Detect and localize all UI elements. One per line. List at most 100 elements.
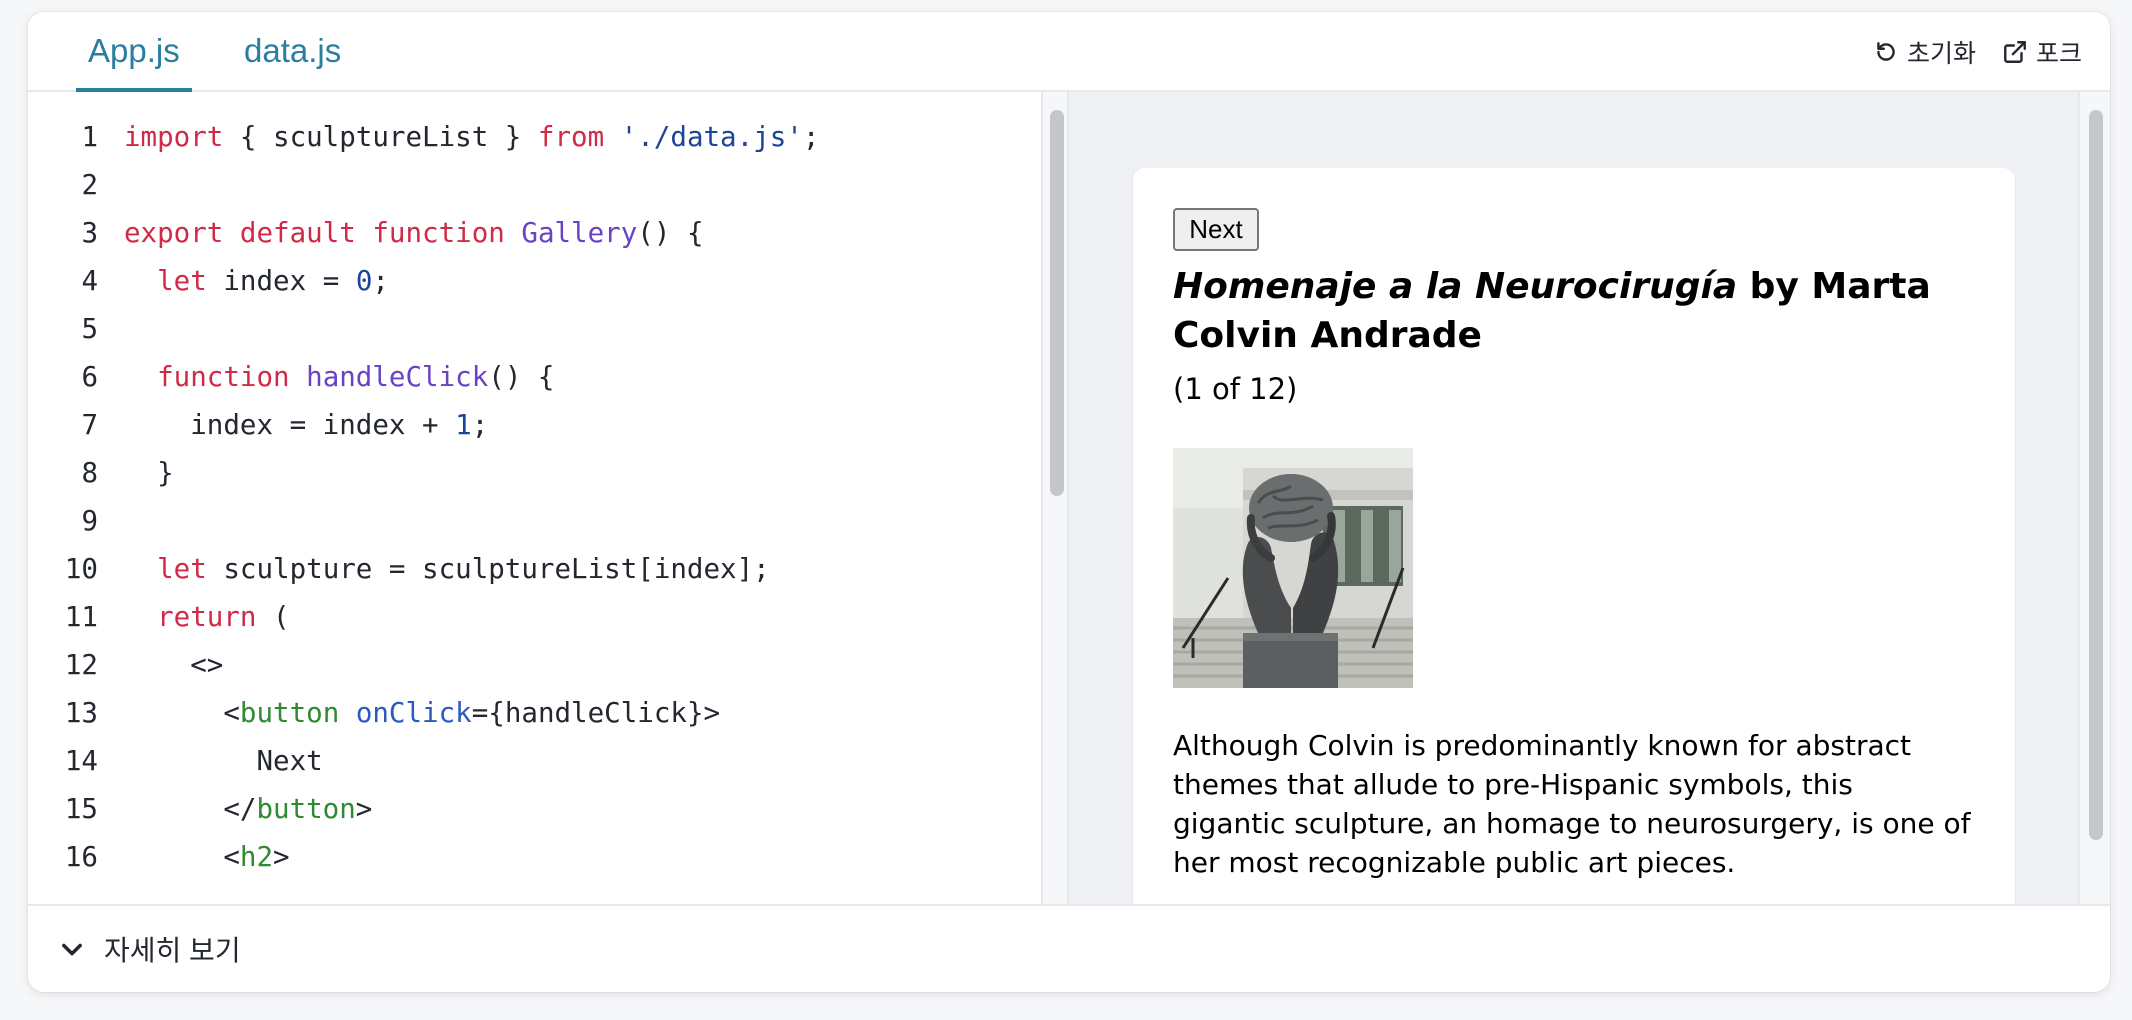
sculpture-photo [1173, 448, 1413, 688]
line-number: 14 [64, 745, 98, 777]
line-number: 1 [81, 121, 98, 153]
sculpture-title: Homenaje a la Neurocirugía by Marta Colv… [1173, 262, 1973, 360]
code-line[interactable]: 10 let sculpture = sculptureList[index]; [28, 545, 770, 593]
show-more-toggle[interactable]: 자세히 보기 [28, 904, 2110, 992]
code-line[interactable]: 7 index = index + 1; [28, 401, 488, 449]
code-line[interactable]: 6 function handleClick() { [28, 353, 555, 401]
code-token: 0 [355, 265, 373, 297]
code-token: index = index + [124, 409, 456, 441]
code-line[interactable]: 11 return ( [28, 593, 290, 641]
code-token: () { [488, 361, 555, 393]
line-number: 4 [81, 265, 98, 297]
line-number: 6 [81, 361, 98, 393]
code-line[interactable]: 2 [28, 161, 124, 209]
code-token: ; [802, 121, 820, 153]
code-token: default [239, 217, 356, 249]
line-number: 3 [81, 217, 98, 249]
code-token: } [124, 457, 174, 489]
code-token: function [157, 361, 290, 393]
line-number: 7 [81, 409, 98, 441]
code-line[interactable]: 13 <button onClick={handleClick}> [28, 689, 720, 737]
code-token: Gallery [521, 217, 638, 249]
fork-button[interactable]: 포크 [2002, 34, 2082, 70]
line-number: 15 [64, 793, 98, 825]
line-number: 16 [64, 841, 98, 873]
code-token: </ [124, 793, 257, 825]
code-token: sculpture = sculptureList[index]; [206, 553, 770, 585]
code-token: function [372, 217, 505, 249]
tab-app-js[interactable]: App.js [76, 12, 192, 92]
code-line[interactable]: 4 let index = 0; [28, 257, 389, 305]
line-number: 2 [81, 169, 98, 201]
code-token: 1 [455, 409, 472, 441]
code-editor[interactable]: 1 import { sculptureList } from './data.j… [28, 92, 1041, 904]
sculpture-counter: (1 of 12) [1173, 372, 1298, 406]
code-line[interactable]: 5 [28, 305, 124, 353]
code-token: handleClick [306, 361, 489, 393]
sculpture-description: Although Colvin is predominantly known f… [1173, 729, 1971, 879]
code-token: h2 [239, 841, 274, 873]
code-token: onClick [355, 697, 472, 729]
code-token: index = [206, 265, 356, 297]
preview-scrollbar[interactable] [2078, 92, 2110, 904]
chevron-down-icon [62, 943, 82, 956]
code-token: ={handleClick}> [471, 697, 721, 729]
code-token: > [273, 841, 290, 873]
next-button[interactable]: Next [1173, 208, 1259, 251]
code-token: ; [471, 409, 489, 441]
code-token: import [124, 121, 224, 153]
line-number: 9 [81, 505, 98, 537]
code-token: button [239, 697, 340, 729]
code-token: < [124, 697, 240, 729]
code-token: () { [637, 217, 704, 249]
code-line[interactable]: 16 <h2> [28, 833, 290, 881]
sculpture-name: Homenaje a la Neurocirugía [1173, 266, 1738, 307]
code-line[interactable]: 8 } [28, 449, 174, 497]
code-token: from [537, 121, 605, 153]
preview-pane: Next Homenaje a la Neurocirugía by Marta… [1069, 92, 2078, 904]
tab-data-js[interactable]: data.js [236, 12, 349, 92]
code-token: let [157, 553, 207, 585]
code-token: { sculptureList } [223, 121, 538, 153]
code-token: ; [372, 265, 389, 297]
line-number: 10 [64, 553, 98, 585]
code-line[interactable]: 1 import { sculptureList } from './data.j… [28, 113, 819, 161]
line-number: 13 [64, 697, 98, 729]
editor-scrollbar[interactable] [1041, 92, 1069, 904]
preview-card: Next Homenaje a la Neurocirugía by Marta… [1133, 168, 2015, 904]
reset-icon [1877, 42, 1895, 61]
reset-button[interactable]: 초기화 [1873, 34, 1976, 70]
fork-label: 포크 [2035, 40, 2082, 68]
line-number: 12 [64, 649, 98, 681]
code-token: let [157, 265, 207, 297]
line-number: 11 [64, 601, 98, 633]
code-token: > [355, 793, 373, 825]
code-sandbox: App.js data.js 초기화 포크 1 import { sculptur… [28, 12, 2110, 992]
code-token: ( [256, 601, 290, 633]
code-line[interactable]: 12 <> [28, 641, 223, 689]
code-line[interactable]: 14 Next [28, 737, 323, 785]
code-line[interactable]: 9 [28, 497, 124, 545]
code-token: './data.js' [620, 121, 803, 153]
code-token: Next [124, 745, 323, 777]
code-line[interactable]: 3 export default function Gallery() { [28, 209, 704, 257]
preview-scrollbar-thumb[interactable] [2089, 110, 2103, 840]
sandbox-toolbar: App.js data.js 초기화 포크 [28, 12, 2110, 92]
code-token: export [124, 217, 224, 249]
code-line[interactable]: 15 </button> [28, 785, 372, 833]
line-number: 5 [81, 313, 98, 345]
editor-scrollbar-thumb[interactable] [1050, 110, 1064, 496]
code-token: <> [124, 649, 224, 681]
external-link-icon [2004, 41, 2026, 63]
reset-label: 초기화 [1906, 40, 1976, 68]
